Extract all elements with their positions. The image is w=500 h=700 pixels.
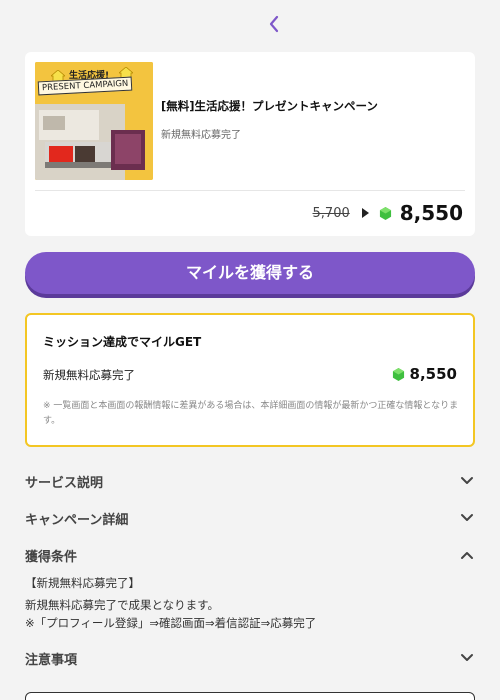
mission-reward: 8,550 (392, 365, 457, 383)
chevron-left-icon (269, 15, 279, 33)
conditions-heading: 【新規無料応募完了】 (25, 576, 140, 590)
chevron-down-icon (459, 510, 475, 526)
new-points: 8,550 (399, 201, 463, 225)
divider (35, 190, 465, 191)
back-button[interactable] (264, 12, 284, 36)
accordion-conditions-label: 獲得条件 (25, 549, 78, 565)
accordion-conditions[interactable]: 獲得条件 (25, 543, 475, 567)
mission-title: ミッション達成でマイルGET (43, 335, 202, 349)
mission-item-points: 8,550 (409, 365, 457, 383)
arrow-right-icon (361, 208, 369, 218)
points-row: 5,700 8,550 (313, 198, 463, 228)
chevron-down-icon (459, 650, 475, 666)
chevron-up-icon (459, 547, 475, 563)
campaign-card: 生活応援! PRESENT CAMPAIGN [無料]生活応援！プレゼントキャン… (25, 52, 475, 236)
accordion-service-label: サービス説明 (25, 475, 104, 491)
accordion-notes[interactable]: 注意事項 (25, 646, 475, 670)
accordion-campaign-detail-label: キャンペーン詳細 (25, 512, 129, 528)
gem-icon (379, 206, 391, 220)
campaign-subtitle: 新規無料応募完了 (161, 130, 241, 141)
campaign-image: 生活応援! PRESENT CAMPAIGN (35, 62, 153, 180)
conditions-line-2: ※「プロフィール登録」⇒確認画面⇒着信認証⇒応募完了 (25, 616, 317, 630)
mission-item-label: 新規無料応募完了 (43, 368, 135, 382)
old-points: 5,700 (312, 205, 350, 221)
chevron-down-icon (459, 473, 475, 489)
campaign-title: [無料]生活応援！プレゼントキャンペーン (161, 99, 378, 113)
mission-box: ミッション達成でマイルGET 新規無料応募完了 8,550 ※ 一覧画面と本画面… (25, 313, 475, 447)
bottom-panel (25, 692, 475, 700)
accordion-campaign-detail[interactable]: キャンペーン詳細 (25, 506, 475, 530)
gem-icon (392, 367, 404, 381)
earn-miles-button[interactable]: マイルを獲得する (25, 252, 475, 294)
accordion-notes-label: 注意事項 (25, 652, 78, 668)
accordion-service[interactable]: サービス説明 (25, 469, 475, 493)
mission-note: ※ 一覧画面と本画面の報酬情報に差異がある場合は、本詳細画面の情報が最新かつ正確… (43, 401, 459, 426)
conditions-line-1: 新規無料応募完了で成果となります。 (25, 598, 220, 612)
